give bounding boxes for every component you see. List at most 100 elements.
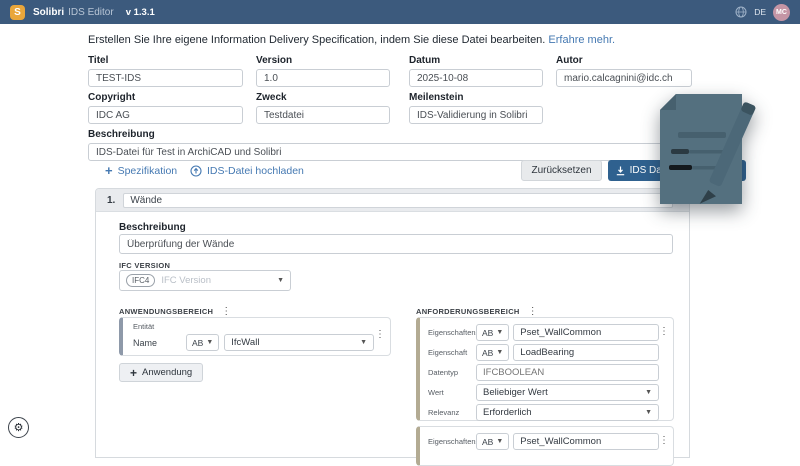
entity-name-select[interactable]: IfcWall ▼ (224, 334, 374, 351)
ifc-version-placeholder: IFC Version (161, 275, 211, 286)
meilenstein-label: Meilenstein (409, 92, 464, 103)
add-specification-button[interactable]: + Spezifikation (105, 163, 178, 178)
propertyset-operator-select[interactable]: AB ▼ (476, 433, 510, 450)
add-specification-label: Spezifikation (117, 165, 178, 177)
autor-field: Autor (556, 55, 692, 87)
beschreibung-input[interactable] (88, 143, 682, 161)
applicability-operator-select[interactable]: AB ▼ (186, 334, 220, 351)
kebab-menu-icon[interactable]: ⋮ (528, 306, 538, 317)
applicability-title-text: ANWENDUNGSBEREICH (119, 307, 214, 316)
download-ids-button[interactable]: IDS Datei (608, 160, 680, 181)
language-selector[interactable]: DE (754, 7, 766, 17)
kebab-menu-icon[interactable]: ⋮ (659, 326, 669, 337)
add-applicability-button[interactable]: + Anwendung (119, 363, 204, 382)
entity-name-value: IfcWall (231, 337, 260, 348)
ifc-version-label: IFC VERSION (119, 261, 171, 270)
specification-card: 1. Beschreibung IFC VERSION IFC4 IFC Ver… (95, 188, 690, 466)
property-operator-select[interactable]: AB ▼ (476, 344, 510, 361)
requirements-title-text: ANFORDERUNGSBEREICH (416, 307, 520, 316)
ifc-version-select[interactable]: IFC4 IFC Version ▼ (119, 270, 291, 291)
datum-label: Datum (409, 55, 441, 66)
upload-ids-button[interactable]: IDS-Datei hochladen (190, 165, 304, 177)
download-pdf-button[interactable]: P (686, 160, 746, 181)
solibri-logo: S (10, 4, 25, 20)
operator-value: AB (482, 347, 494, 358)
applicability-section-title: ANWENDUNGSBEREICH ⋮ (119, 306, 232, 317)
zweck-label: Zweck (256, 92, 287, 103)
version-input[interactable] (256, 69, 390, 87)
chevron-down-icon: ▼ (645, 409, 652, 416)
requirement-row-relevance: Relevanz Erforderlich ▼ (428, 404, 659, 421)
datum-field: Datum (409, 55, 543, 87)
version-label: Version (256, 55, 293, 66)
titel-label: Titel (88, 55, 109, 66)
chevron-down-icon: ▼ (277, 277, 284, 284)
titel-field: Titel (88, 55, 243, 87)
chevron-down-icon: ▼ (496, 329, 504, 336)
kebab-menu-icon[interactable]: ⋮ (375, 329, 385, 340)
intro-sentence: Erstellen Sie Ihre eigene Information De… (88, 34, 546, 46)
value-select[interactable]: Beliebiger Wert ▼ (476, 384, 659, 401)
value-label: Wert (428, 388, 444, 397)
propertyset-operator-select[interactable]: AB ▼ (476, 324, 510, 341)
plus-icon: + (130, 365, 138, 380)
app-version: v 1.3.1 (125, 6, 155, 18)
property-label: Eigenschaft (428, 348, 468, 357)
requirements-section-title: ANFORDERUNGSBEREICH ⋮ (416, 306, 538, 317)
datatype-label: Datentyp (428, 368, 459, 377)
property-input[interactable] (513, 344, 660, 361)
relevance-select[interactable]: Erforderlich ▼ (476, 404, 659, 421)
spec-description-label: Beschreibung (119, 222, 186, 233)
upload-icon (190, 165, 202, 177)
copyright-input[interactable] (88, 106, 243, 124)
propertyset-input[interactable] (513, 433, 660, 450)
chevron-down-icon: ▼ (360, 339, 367, 346)
download-pdf-label: P (719, 165, 727, 176)
top-bar: S Solibri IDS Editor v 1.3.1 DE MC (0, 0, 800, 24)
download-ids-label: IDS Datei (629, 165, 673, 176)
applicability-card: Entität ⋮ Name AB ▼ IfcWall ▼ (119, 317, 391, 356)
datatype-input[interactable] (476, 364, 659, 381)
meilenstein-input[interactable] (409, 106, 543, 124)
name-label: Name (133, 337, 158, 348)
plus-icon: + (105, 163, 113, 178)
globe-icon[interactable] (735, 6, 747, 18)
chevron-down-icon: ▼ (206, 339, 214, 346)
chevron-down-icon: ▼ (645, 389, 652, 396)
relevance-label: Relevanz (428, 408, 460, 417)
kebab-menu-icon[interactable]: ⋮ (221, 306, 231, 317)
requirement-row-value: Wert Beliebiger Wert ▼ (428, 384, 659, 401)
operator-value: AB (482, 327, 494, 338)
kebab-menu-icon[interactable]: ⋮ (659, 435, 669, 446)
add-applicability-label: Anwendung (142, 367, 193, 378)
reset-label: Zurücksetzen (531, 165, 592, 176)
specification-header: 1. (96, 189, 689, 212)
entity-label: Entität (133, 322, 155, 331)
specification-name-input[interactable] (123, 192, 673, 208)
autor-input[interactable] (556, 69, 692, 87)
requirement-row-datatype: Datentyp (428, 364, 659, 381)
gear-icon: ⚙ (13, 422, 24, 434)
reset-button[interactable]: Zurücksetzen (521, 160, 602, 181)
user-avatar[interactable]: MC (773, 3, 790, 21)
spec-description-input[interactable] (119, 234, 673, 254)
operator-value: AB (192, 337, 204, 348)
requirement-row-propertyset: Eigenschaftensatz AB ▼ (428, 324, 660, 341)
copyright-label: Copyright (88, 92, 136, 103)
propertyset-input[interactable] (513, 324, 660, 341)
chevron-down-icon: ▼ (496, 349, 504, 356)
specification-number: 1. (107, 194, 116, 206)
datum-input[interactable] (409, 69, 543, 87)
settings-button[interactable]: ⚙ (8, 417, 29, 438)
product-name: IDS Editor (68, 6, 114, 18)
requirement-card: ⋮ Eigenschaftensatz AB ▼ (416, 426, 674, 466)
zweck-input[interactable] (256, 106, 390, 124)
ifc4-chip[interactable]: IFC4 (126, 274, 156, 287)
beschreibung-label: Beschreibung (88, 129, 155, 140)
propertyset-label: Eigenschaftensatz (428, 437, 490, 446)
value-selected: Beliebiger Wert (483, 387, 548, 398)
learn-more-link[interactable]: Erfahre mehr. (548, 34, 615, 46)
titel-input[interactable] (88, 69, 243, 87)
download-icon (616, 166, 625, 176)
upload-ids-label: IDS-Datei hochladen (207, 165, 304, 177)
